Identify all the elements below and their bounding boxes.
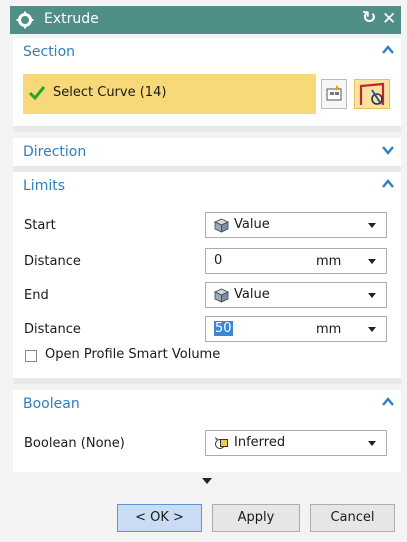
start-distance-value: 0: [214, 253, 223, 268]
start-value: Value: [234, 217, 270, 232]
curve-rule-icon: [326, 85, 342, 101]
direction-title: Direction: [23, 144, 87, 160]
cube-icon: [214, 218, 229, 233]
open-profile-checkbox[interactable]: [25, 350, 37, 362]
chevron-down-icon: [368, 327, 376, 332]
divider: [13, 126, 401, 132]
limits-header[interactable]: Limits: [13, 172, 401, 200]
end-value: Value: [234, 287, 270, 302]
gear-icon: [16, 11, 34, 29]
boolean-label: Boolean (None): [24, 436, 125, 451]
end-distance-field[interactable]: 50 mm: [205, 316, 387, 342]
cancel-button[interactable]: Cancel: [310, 504, 395, 532]
start-dropdown[interactable]: Value: [205, 212, 387, 238]
section-header[interactable]: Section: [13, 38, 401, 66]
title-bar: Extrude ↻ ✕: [10, 6, 401, 34]
open-profile-label[interactable]: Open Profile Smart Volume: [45, 347, 220, 362]
cube-icon: [214, 288, 229, 303]
limits-group: Limits Start Value Distance 0 mm End Val…: [13, 172, 401, 378]
boolean-group: Boolean Boolean (None) Inferred: [13, 390, 401, 472]
end-distance-label: Distance: [24, 322, 81, 337]
boolean-inferred-icon: [215, 437, 228, 449]
start-distance-field[interactable]: 0 mm: [205, 248, 387, 274]
end-dropdown[interactable]: Value: [205, 282, 387, 308]
ok-button[interactable]: < OK >: [117, 504, 202, 532]
chevron-down-icon[interactable]: [381, 143, 395, 157]
section-builder-icon: [359, 82, 385, 105]
section-group: Section Select Curve (14): [13, 38, 401, 126]
chevron-down-icon: [368, 441, 376, 446]
end-label: End: [24, 288, 49, 303]
section-title: Section: [23, 44, 76, 60]
apply-button[interactable]: Apply: [212, 504, 300, 532]
end-distance-unit: mm: [316, 322, 342, 337]
chevron-up-icon[interactable]: [381, 43, 395, 57]
chevron-down-icon: [368, 223, 376, 228]
chevron-up-icon[interactable]: [381, 177, 395, 191]
boolean-title: Boolean: [23, 396, 80, 412]
boolean-header[interactable]: Boolean: [13, 390, 401, 418]
start-distance-unit: mm: [316, 254, 342, 269]
close-icon[interactable]: ✕: [382, 9, 396, 29]
extrude-dialog: Extrude ↻ ✕ Section Select Curve (14) Di…: [0, 0, 407, 542]
chevron-down-icon: [368, 293, 376, 298]
curve-rule-button[interactable]: [321, 79, 347, 109]
section-builder-button[interactable]: [354, 79, 390, 109]
limits-title: Limits: [23, 178, 65, 194]
start-label: Start: [24, 218, 56, 233]
more-options-arrow-icon[interactable]: [202, 478, 212, 484]
dialog-title: Extrude: [44, 11, 99, 27]
select-curve-selector[interactable]: Select Curve (14): [23, 74, 316, 114]
start-distance-label: Distance: [24, 254, 81, 269]
direction-header[interactable]: Direction: [13, 138, 401, 166]
divider: [13, 378, 401, 384]
boolean-dropdown[interactable]: Inferred: [205, 430, 387, 456]
reset-icon[interactable]: ↻: [362, 8, 376, 28]
select-curve-label: Select Curve (14): [53, 85, 167, 100]
checkmark-icon: [29, 86, 45, 100]
chevron-down-icon: [368, 259, 376, 264]
end-distance-value: 50: [214, 321, 233, 336]
chevron-up-icon[interactable]: [381, 395, 395, 409]
boolean-value: Inferred: [234, 435, 286, 450]
direction-group: Direction: [13, 138, 401, 166]
